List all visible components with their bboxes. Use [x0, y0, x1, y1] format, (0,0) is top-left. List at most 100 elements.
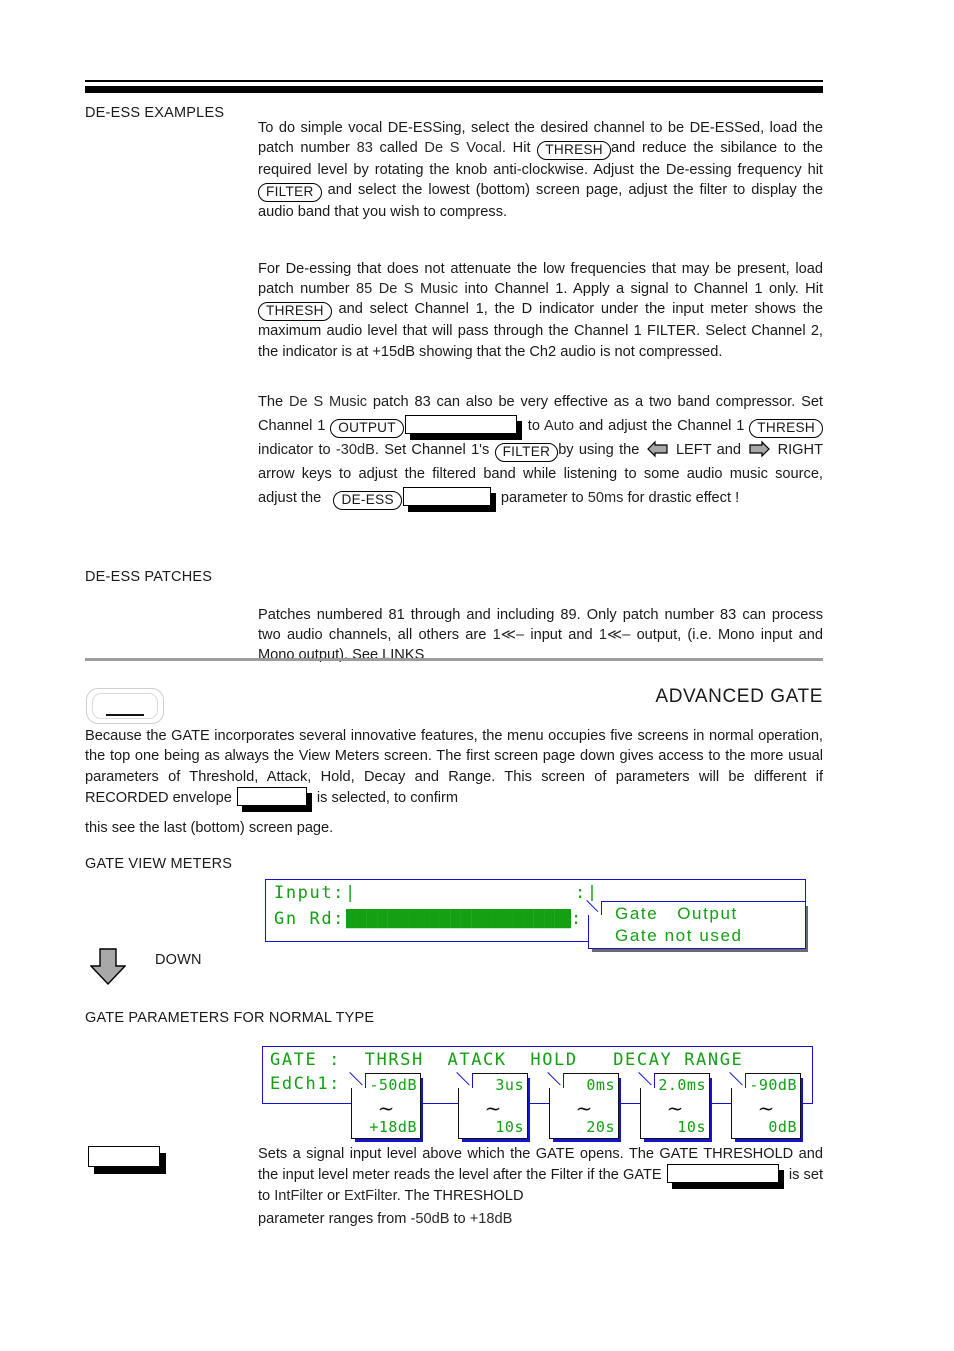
text-run: . Hit	[794, 281, 824, 298]
range-squiggle-icon: ~	[377, 1096, 395, 1120]
fold-corner-icon	[351, 1073, 366, 1088]
text-run: and select Channel 1, the	[331, 301, 522, 318]
text-run: . Set Channel 1's	[374, 442, 495, 458]
threshold-description: Sets a signal input level above which th…	[258, 1144, 823, 1206]
value-auto: Auto	[544, 418, 575, 434]
header-rule-thin	[85, 80, 823, 82]
text-run: and select the lowest (bottom) screen pa…	[258, 182, 823, 221]
advanced-gate-intro: Because the GATE incorporates several in…	[85, 726, 823, 809]
section-label-gate-parameters: GATE PARAMETERS FOR NORMAL TYPE	[85, 1010, 375, 1026]
text-run: to	[522, 418, 544, 434]
range-squiggle-icon: ~	[575, 1096, 593, 1120]
section-label-deess-patches: DE-ESS PATCHES	[85, 569, 213, 585]
text-run: to	[449, 1211, 470, 1227]
range-squiggle-icon: ~	[666, 1096, 684, 1120]
text-run: The	[258, 394, 289, 410]
range-max-range: -90dB	[749, 1076, 797, 1094]
text-run: parameter ranges from	[258, 1211, 411, 1227]
lcd-parameters-header: GATE : THRSH ATACK HOLD DECAY RANGE	[270, 1050, 744, 1070]
range-max-hold: 0ms	[586, 1076, 615, 1094]
range-min-hold: 20s	[586, 1118, 615, 1136]
option-extfilter: ExtFilter	[343, 1187, 397, 1204]
fold-corner-icon	[640, 1073, 655, 1088]
text-run: called	[372, 140, 425, 157]
redacted-label-box	[666, 1164, 779, 1184]
redacted-label-box	[402, 487, 491, 506]
deess-patches-paragraph: Patches numbered 81 through and includin…	[258, 605, 823, 666]
lcd-input-line: Input:|	[274, 883, 357, 903]
range-min-decay: 10s	[677, 1118, 706, 1136]
range-squiggle-icon: ~	[484, 1096, 502, 1120]
text-run: is selected, to confirm	[312, 790, 459, 807]
patch-name: De S Music	[288, 394, 368, 410]
lcd-gainreduction-label: Gn Rd:	[274, 909, 346, 929]
redacted-label-box	[236, 787, 307, 807]
emphasis-only: only	[768, 281, 795, 298]
lcd-popup-line-2: Gate not used	[615, 926, 743, 945]
arrow-right-icon[interactable]	[748, 439, 771, 459]
key-thresh[interactable]: THRESH	[537, 141, 611, 161]
text-run: by using the	[558, 442, 645, 458]
key-output[interactable]: OUTPUT	[330, 419, 404, 438]
key-thresh[interactable]: THRESH	[258, 302, 332, 322]
range-card-range: -90dB ~ 0dB	[731, 1073, 801, 1139]
text-run: input and	[524, 627, 599, 644]
lcd-parameters-row-label: EdCh1:	[270, 1074, 342, 1094]
redacted-label-box	[404, 415, 517, 434]
page-title: ADVANCED GATE	[655, 686, 823, 707]
text-run: . The THRESHOLD	[396, 1187, 524, 1204]
range-squiggle-icon: ~	[757, 1096, 775, 1120]
header-rule-thick	[85, 86, 823, 93]
document-page: DE-ESS EXAMPLES To do simple vocal DE-ES…	[0, 0, 954, 1351]
fold-corner-icon	[731, 1073, 746, 1088]
key-filter[interactable]: FILTER	[258, 183, 322, 203]
down-key-label: DOWN	[155, 952, 202, 968]
fold-corner-icon	[549, 1073, 564, 1088]
arrow-left-icon[interactable]	[646, 439, 669, 459]
panel-button-gate[interactable]	[86, 688, 164, 724]
key-filter[interactable]: FILTER	[494, 443, 559, 462]
section-label-deess-examples: DE-ESS EXAMPLES	[85, 105, 225, 121]
key-thresh[interactable]: THRESH	[749, 419, 823, 438]
key-deess[interactable]: DE-ESS	[333, 491, 402, 510]
indicator-letter: D	[521, 301, 533, 318]
range-card-hold: 0ms ~ 20s	[549, 1073, 619, 1139]
mono-glyph: 1≪–	[598, 627, 631, 644]
range-max-decay: 2.0ms	[658, 1076, 706, 1094]
emphasis-willbe: will be	[698, 768, 745, 785]
patch-name: De S Vocal	[424, 140, 502, 157]
threshold-range-max: +18dB	[469, 1211, 513, 1227]
option-intfilter: IntFilter	[274, 1187, 323, 1204]
range-max-thresh: -50dB	[369, 1076, 417, 1094]
section-label-gate-view-meters: GATE VIEW METERS	[85, 856, 233, 872]
range-card-decay: 2.0ms ~ 10s	[640, 1073, 710, 1139]
redacted-label-box-threshold	[88, 1146, 160, 1167]
deess-examples-paragraph-3: The De S Music patch 83 can also be very…	[258, 390, 823, 510]
text-run: or	[322, 1187, 344, 1204]
range-card-thresh: -50dB ~ +18dB	[351, 1073, 421, 1139]
down-key-icon[interactable]	[89, 948, 127, 991]
mono-glyph: 1≪–	[492, 627, 525, 644]
fold-corner-icon	[458, 1073, 473, 1088]
range-min-thresh: +18dB	[369, 1118, 417, 1136]
lcd-popup-line-1: Gate Output	[615, 904, 738, 923]
range-max-atack: 3us	[495, 1076, 524, 1094]
text-run: LEFT and	[670, 442, 747, 458]
text-run: . Hit	[501, 140, 538, 157]
deess-examples-paragraph-2: For De-essing that does not attenuate th…	[258, 259, 823, 362]
text-run: for drastic effect !	[623, 490, 740, 506]
patch-name: 85 De S Music	[356, 281, 459, 298]
range-min-range: 0dB	[768, 1118, 797, 1136]
value-50ms: 50ms	[587, 490, 624, 506]
deess-examples-paragraph-1: To do simple vocal DE-ESSing, select the…	[258, 118, 823, 223]
range-card-atack: 3us ~ 10s	[458, 1073, 528, 1139]
threshold-range-line: parameter ranges from -50dB to +18dB	[258, 1209, 823, 1229]
text-run: and adjust the Channel 1	[574, 418, 745, 434]
threshold-range-min: -50dB	[410, 1211, 450, 1227]
fold-corner-icon	[588, 901, 602, 915]
value-minus-30db: -30dB	[335, 442, 375, 458]
lcd-popup-gate-output: Gate Output Gate not used	[588, 901, 806, 949]
advanced-gate-intro-tail: this see the last (bottom) screen page.	[85, 820, 334, 836]
patch-number: 83	[356, 140, 373, 157]
text-run: indicator to	[258, 442, 336, 458]
